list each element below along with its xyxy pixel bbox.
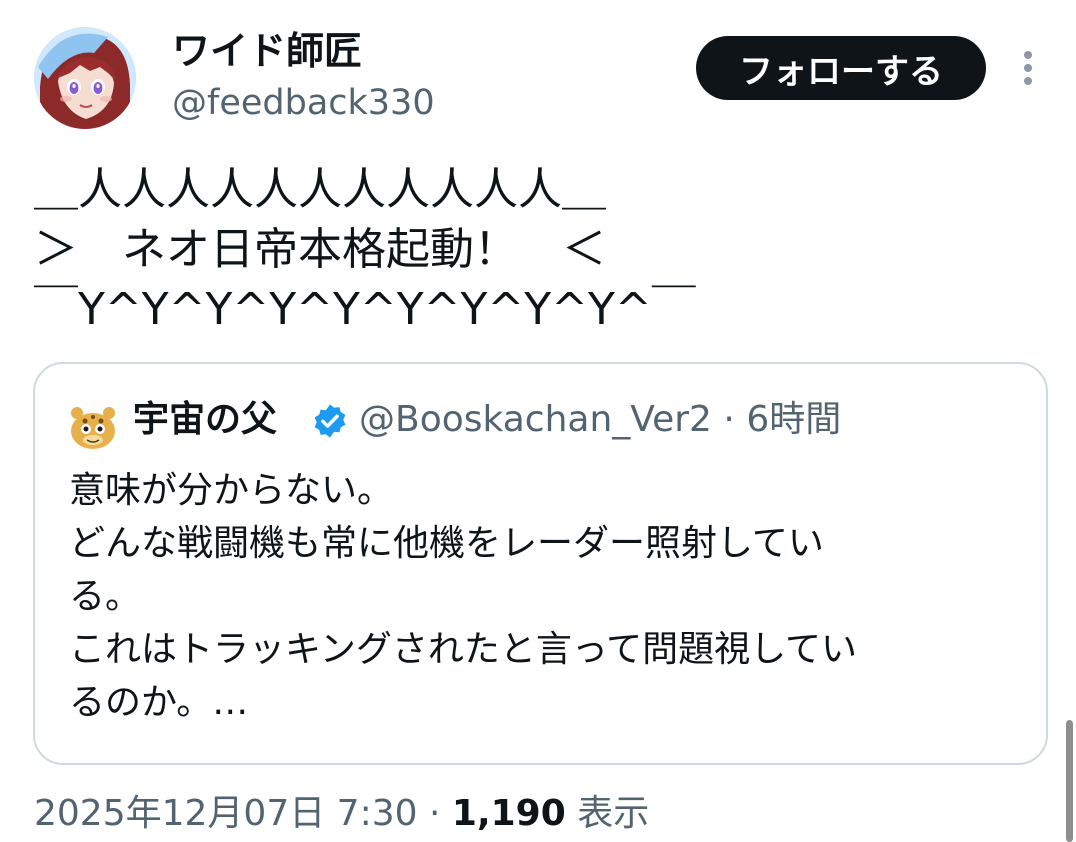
meta-separator: · bbox=[723, 399, 735, 440]
verified-badge-icon bbox=[314, 404, 346, 438]
tweet-timestamp[interactable]: 2025年12月07日 7:30 bbox=[34, 793, 418, 834]
footer-separator: · bbox=[428, 793, 441, 834]
quote-line: るのか。… bbox=[69, 682, 249, 723]
quote-line: 意味が分からない。 bbox=[69, 470, 394, 511]
scrollbar-thumb[interactable] bbox=[1066, 720, 1073, 842]
quote-author-name[interactable]: 宇宙の父 bbox=[133, 397, 277, 443]
more-vertical-icon bbox=[1024, 51, 1032, 85]
more-options-button[interactable] bbox=[1008, 46, 1048, 90]
quote-text: 意味が分からない。 どんな戦闘機も常に他機をレーダー照射してい る。 これはトラ… bbox=[69, 464, 999, 729]
quote-line: これはトラッキングされたと言って問題視してい bbox=[69, 629, 858, 670]
author-name[interactable]: ワイド師匠 bbox=[172, 28, 362, 74]
quote-time[interactable]: 6時間 bbox=[746, 399, 841, 440]
tweet-text: ＿人人人人人人人人人人人＿ ＞ ネオ日帝本格起動！ ＜ ￣Y^Y^Y^Y^Y^Y… bbox=[34, 160, 1044, 340]
verified-badge bbox=[311, 402, 349, 440]
quote-line: る。 bbox=[69, 576, 142, 617]
tweet-line: ￣Y^Y^Y^Y^Y^Y^Y^Y^Y^￣ bbox=[34, 284, 696, 335]
follow-button[interactable]: フォローする bbox=[696, 36, 986, 100]
anime-girl-avatar-icon bbox=[34, 27, 136, 129]
quote-author-avatar[interactable] bbox=[65, 399, 121, 455]
quoted-tweet-card[interactable]: 宇宙の父 @Booskachan_Ver2 · 6時間 意味が分からない。 どん… bbox=[33, 362, 1048, 765]
author-handle[interactable]: @feedback330 bbox=[172, 82, 435, 124]
quote-author-handle[interactable]: @Booskachan_Ver2 bbox=[359, 399, 712, 440]
quote-line: どんな戦闘機も常に他機をレーダー照射してい bbox=[69, 523, 824, 564]
quote-meta: @Booskachan_Ver2 · 6時間 bbox=[359, 397, 841, 443]
author-avatar[interactable] bbox=[34, 27, 136, 129]
views-count: 1,190 bbox=[451, 793, 566, 834]
tweet-line: ＞ ネオ日帝本格起動！ ＜ bbox=[34, 224, 606, 275]
booska-character-avatar-icon bbox=[66, 400, 120, 454]
tweet-line: ＿人人人人人人人人人人人＿ bbox=[34, 164, 606, 215]
tweet-footer: 2025年12月07日 7:30 · 1,190 表示 bbox=[34, 790, 649, 838]
views-label: 表示 bbox=[577, 793, 650, 834]
